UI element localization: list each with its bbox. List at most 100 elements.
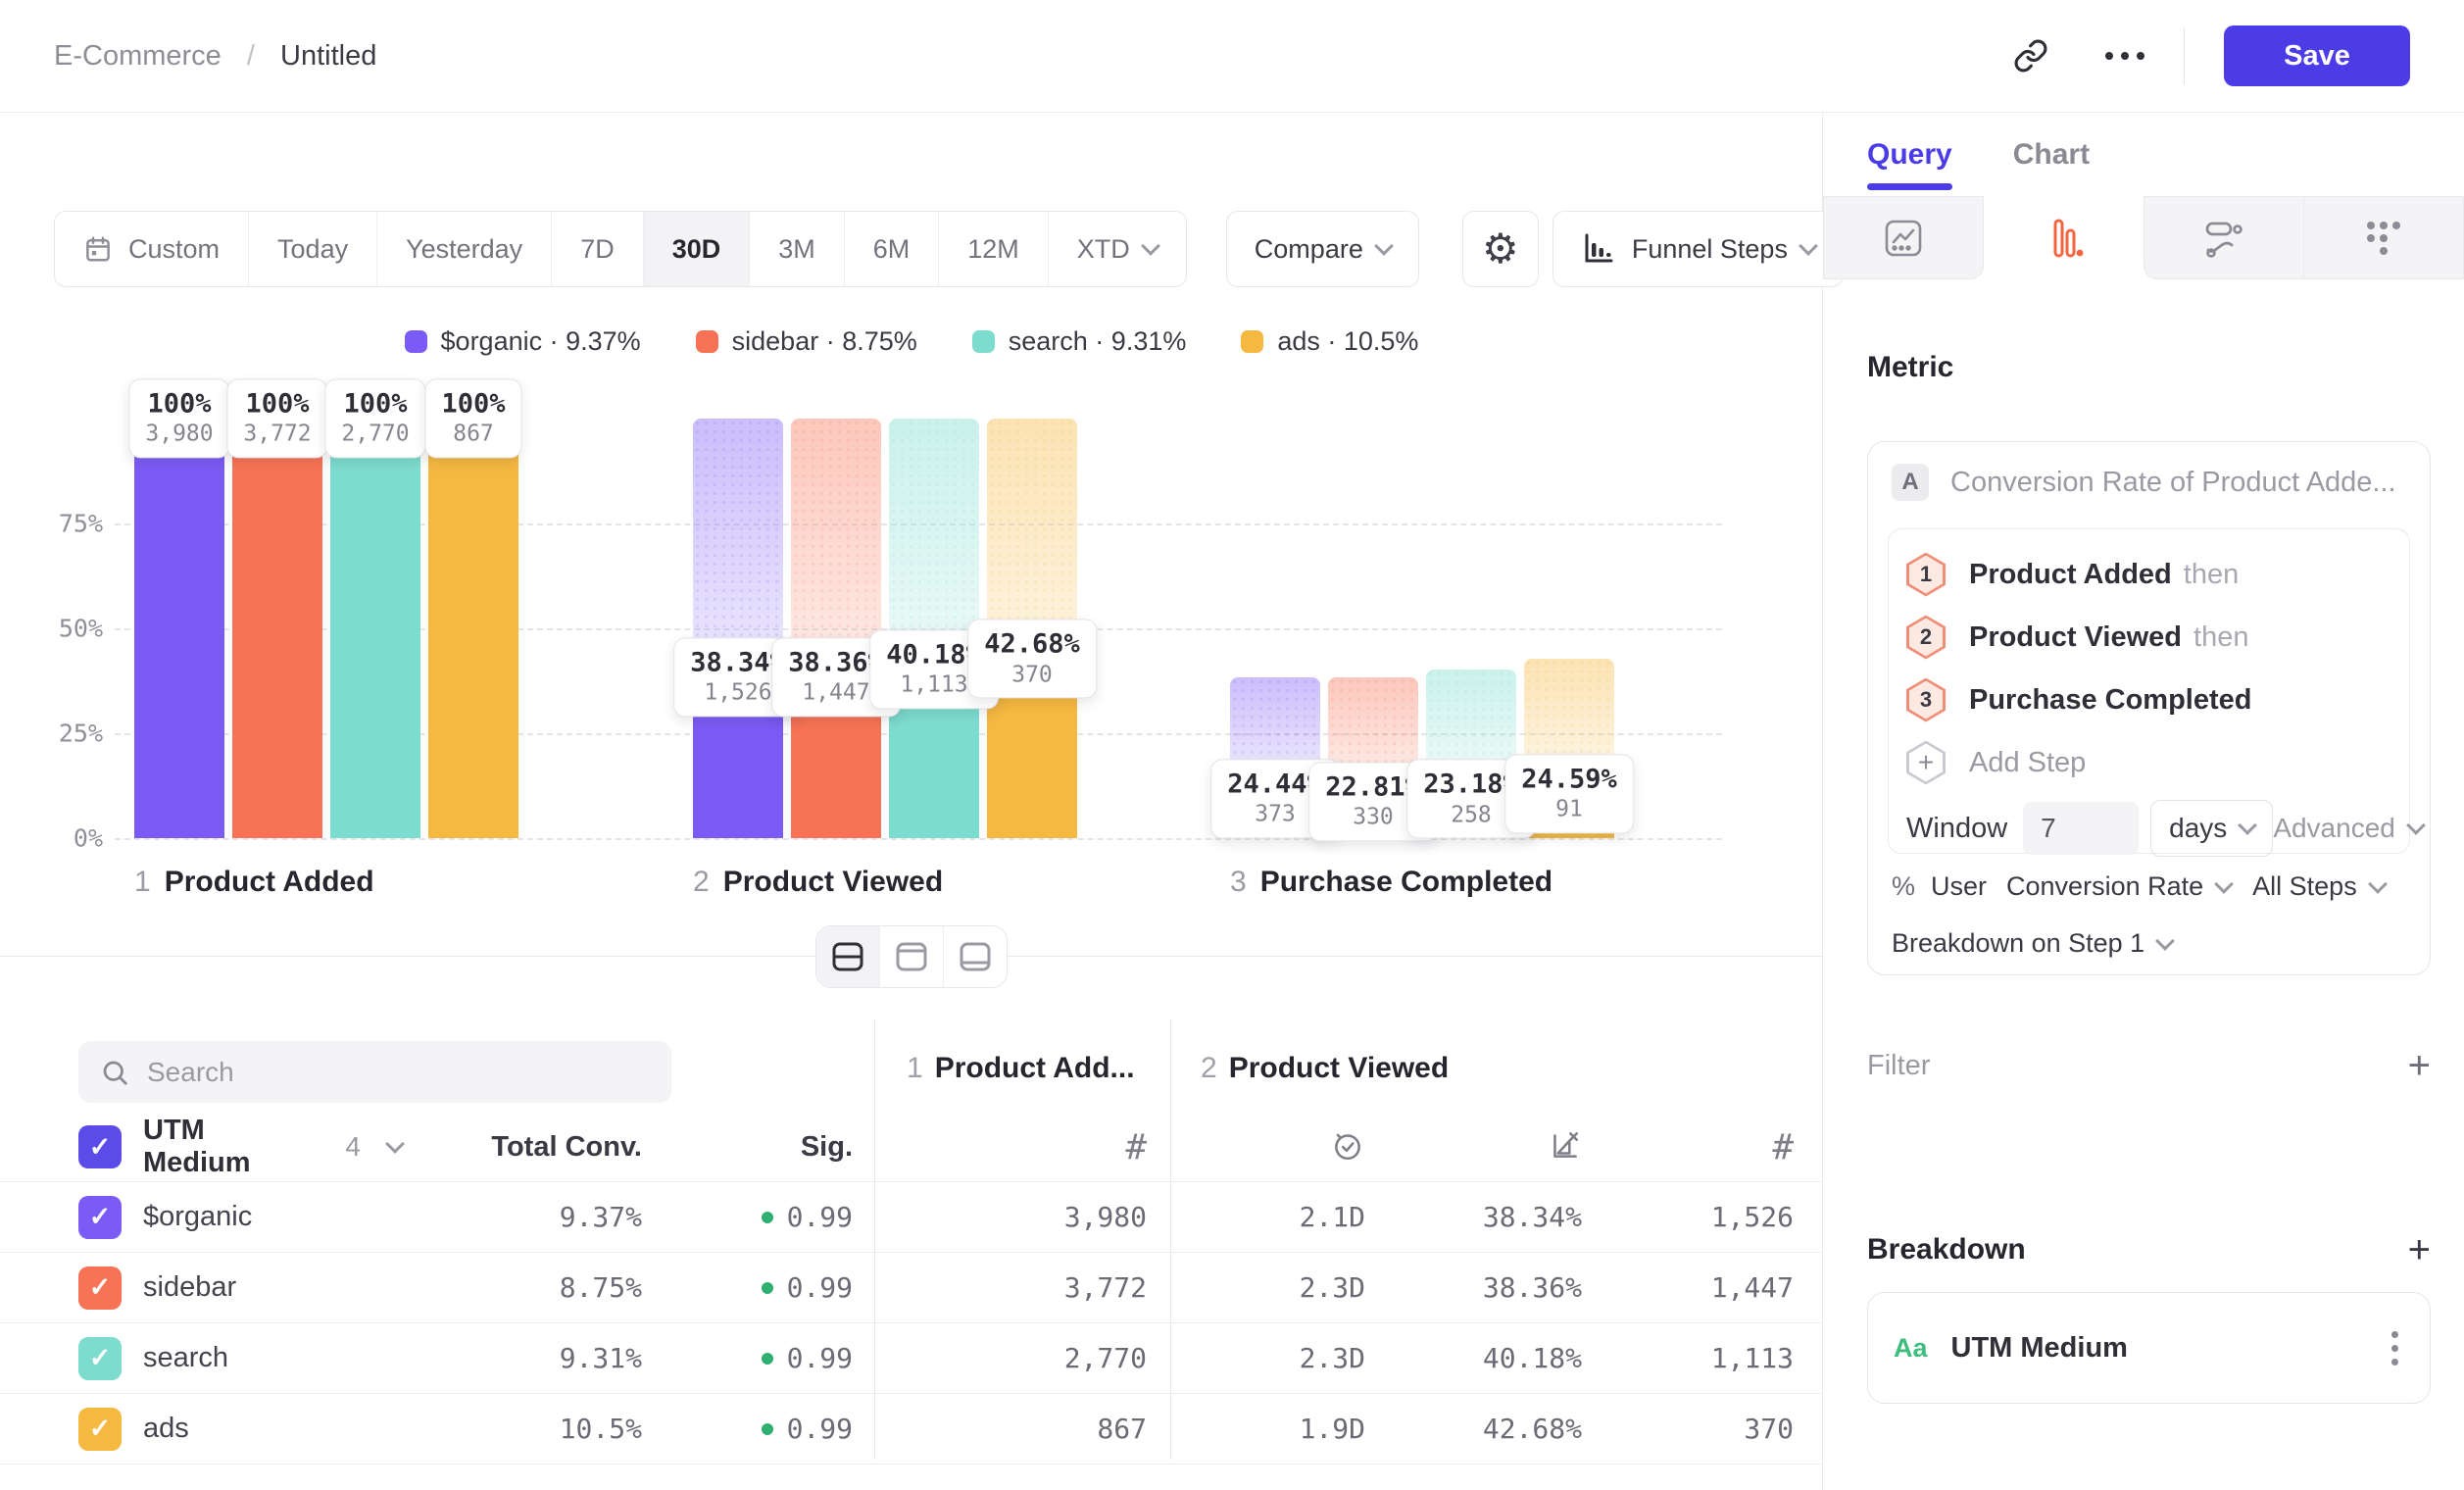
add-breakdown-button[interactable]: + bbox=[2408, 1230, 2431, 1269]
funnel-step-label: 2Product Viewed bbox=[693, 866, 943, 899]
chevron-down-icon bbox=[1374, 236, 1394, 256]
time-range-xtd[interactable]: XTD bbox=[1048, 212, 1186, 286]
funnel-bar[interactable] bbox=[232, 419, 322, 838]
layout-chart-top-button[interactable] bbox=[879, 926, 943, 987]
chart-type-dropdown[interactable]: Funnel Steps bbox=[1552, 211, 1844, 287]
conversion-window-row: Window days Advanced bbox=[1906, 800, 2391, 857]
measure-conversion-rate[interactable]: Conversion Rate bbox=[2006, 871, 2203, 902]
line-chart-icon bbox=[1881, 216, 1926, 261]
funnel-steps-card: 1Product Addedthen2Product Viewedthen3Pu… bbox=[1888, 528, 2410, 854]
funnel-bar[interactable] bbox=[330, 419, 420, 838]
legend-item[interactable]: search · 9.31% bbox=[972, 326, 1187, 357]
bar-count: 2,770 bbox=[341, 421, 409, 449]
significance-dot-icon bbox=[762, 1212, 773, 1223]
dots-grid-icon bbox=[2361, 216, 2406, 261]
total-conv-header[interactable]: Total Conv. bbox=[402, 1131, 642, 1164]
table-row[interactable]: ✓ads10.5%0.998671.9D42.68%370 bbox=[0, 1393, 1823, 1464]
legend-item[interactable]: $organic · 9.37% bbox=[405, 326, 641, 357]
row-checkbox[interactable]: ✓ bbox=[78, 1266, 122, 1310]
flow-icon bbox=[2201, 216, 2246, 261]
chevron-down-icon bbox=[2238, 816, 2257, 835]
time-to-convert-icon[interactable] bbox=[1147, 1127, 1365, 1167]
step-hexagon-badge: 1 bbox=[1906, 553, 1946, 597]
query-step-name: Purchase Completed bbox=[1969, 684, 2251, 716]
time-range-3m[interactable]: 3M bbox=[749, 212, 844, 286]
time-range-6m[interactable]: 6M bbox=[844, 212, 939, 286]
layout-chart-bottom-button[interactable] bbox=[943, 926, 1007, 987]
legend-item[interactable]: ads · 10.5% bbox=[1241, 326, 1418, 357]
row-name: sidebar bbox=[143, 1271, 236, 1304]
table-header-row: ✓ UTM Medium 4 Total Conv. Sig. # # bbox=[0, 1113, 1823, 1181]
legend-label: sidebar · 8.75% bbox=[732, 326, 917, 357]
breadcrumb-parent[interactable]: E-Commerce bbox=[54, 40, 222, 72]
row-step-value: 2.3D bbox=[1147, 1271, 1365, 1304]
group-by-label[interactable]: UTM Medium bbox=[143, 1115, 312, 1179]
breakdown-item[interactable]: Aa UTM Medium bbox=[1867, 1292, 2431, 1404]
funnel-steps-list: 1Product Addedthen2Product Viewedthen3Pu… bbox=[1906, 543, 2391, 731]
table-step1-header: 1Product Add... bbox=[907, 1052, 1135, 1085]
conversion-rate-column-icon[interactable] bbox=[1365, 1127, 1582, 1167]
tab-chart[interactable]: Chart bbox=[2013, 113, 2090, 196]
add-step-button[interactable]: + Add Step bbox=[1906, 731, 2391, 794]
share-link-button[interactable] bbox=[2003, 28, 2058, 83]
step-number: 2 bbox=[1201, 1052, 1217, 1084]
search-input[interactable] bbox=[145, 1056, 650, 1089]
legend-item[interactable]: sidebar · 8.75% bbox=[696, 326, 917, 357]
window-value-input[interactable] bbox=[2023, 802, 2139, 855]
sig-header[interactable]: Sig. bbox=[642, 1131, 853, 1164]
query-funnel-step[interactable]: 3Purchase Completed bbox=[1906, 669, 2391, 731]
time-range-7d[interactable]: 7D bbox=[551, 212, 643, 286]
table-row[interactable]: ✓$organic9.37%0.993,9802.1D38.34%1,526 bbox=[0, 1181, 1823, 1252]
measure-user[interactable]: User bbox=[1931, 871, 1987, 902]
retention-chart-tab[interactable] bbox=[2304, 196, 2464, 279]
time-range-custom[interactable]: Custom bbox=[55, 212, 248, 286]
count-column-icon[interactable]: # bbox=[1582, 1127, 1794, 1167]
count-column-icon[interactable]: # bbox=[853, 1127, 1147, 1167]
add-filter-button[interactable]: + bbox=[2408, 1046, 2431, 1085]
time-range-label: Today bbox=[277, 234, 348, 265]
breakdown-search bbox=[78, 1041, 671, 1103]
row-checkbox[interactable]: ✓ bbox=[78, 1196, 122, 1239]
metric-title-row[interactable]: A Conversion Rate of Product Adde... bbox=[1868, 442, 2430, 501]
time-range-today[interactable]: Today bbox=[248, 212, 376, 286]
breakdown-section: Breakdown + bbox=[1867, 1230, 2431, 1269]
funnel-bar[interactable] bbox=[428, 419, 518, 838]
select-all-checkbox[interactable]: ✓ bbox=[78, 1125, 122, 1168]
row-checkbox[interactable]: ✓ bbox=[78, 1408, 122, 1451]
table-row[interactable]: ✓search9.31%0.992,7702.3D40.18%1,113 bbox=[0, 1322, 1823, 1393]
query-funnel-step[interactable]: 1Product Addedthen bbox=[1906, 543, 2391, 606]
breakdown-on-step[interactable]: Breakdown on Step 1 bbox=[1892, 928, 2172, 959]
save-button[interactable]: Save bbox=[2224, 25, 2410, 86]
row-step-value: 2.1D bbox=[1147, 1201, 1365, 1233]
funnel-chart-tab[interactable] bbox=[1984, 196, 2143, 279]
legend-label: $organic · 9.37% bbox=[441, 326, 641, 357]
row-checkbox[interactable]: ✓ bbox=[78, 1337, 122, 1380]
funnel-bar[interactable] bbox=[134, 419, 224, 838]
row-step-value: 42.68% bbox=[1365, 1413, 1582, 1445]
top-bar: E-Commerce / Untitled Save bbox=[0, 0, 2464, 113]
step-label: Product Viewed bbox=[1229, 1052, 1450, 1084]
metric-badge: A bbox=[1892, 464, 1929, 501]
layout-split-button[interactable] bbox=[816, 926, 879, 987]
breakdown-item-label: UTM Medium bbox=[1951, 1332, 2128, 1365]
time-range-30d[interactable]: 30D bbox=[643, 212, 750, 286]
funnel-step-label: 1Product Added bbox=[134, 866, 374, 899]
compare-button[interactable]: Compare bbox=[1226, 211, 1419, 287]
advanced-label: Advanced bbox=[2273, 813, 2395, 844]
time-range-yesterday[interactable]: Yesterday bbox=[376, 212, 551, 286]
chart-settings-button[interactable]: ⚙︎ bbox=[1462, 211, 1539, 287]
funnel-bars-icon bbox=[2041, 216, 2086, 261]
tab-query[interactable]: Query bbox=[1867, 113, 1952, 196]
time-range-12m[interactable]: 12M bbox=[938, 212, 1048, 286]
breadcrumb-current[interactable]: Untitled bbox=[280, 40, 376, 72]
query-funnel-step[interactable]: 2Product Viewedthen bbox=[1906, 606, 2391, 669]
table-row[interactable]: ✓sidebar8.75%0.993,7722.3D38.36%1,447 bbox=[0, 1252, 1823, 1322]
kebab-menu-icon[interactable] bbox=[2386, 1325, 2404, 1371]
window-unit-select[interactable]: days bbox=[2150, 800, 2273, 857]
measure-all-steps[interactable]: All Steps bbox=[2252, 871, 2357, 902]
advanced-toggle[interactable]: Advanced bbox=[2273, 813, 2423, 844]
flows-chart-tab[interactable] bbox=[2144, 196, 2304, 279]
y-axis-tick: 75% bbox=[54, 510, 103, 538]
segmentation-chart-tab[interactable] bbox=[1823, 196, 1984, 279]
more-menu-button[interactable] bbox=[2105, 52, 2144, 60]
